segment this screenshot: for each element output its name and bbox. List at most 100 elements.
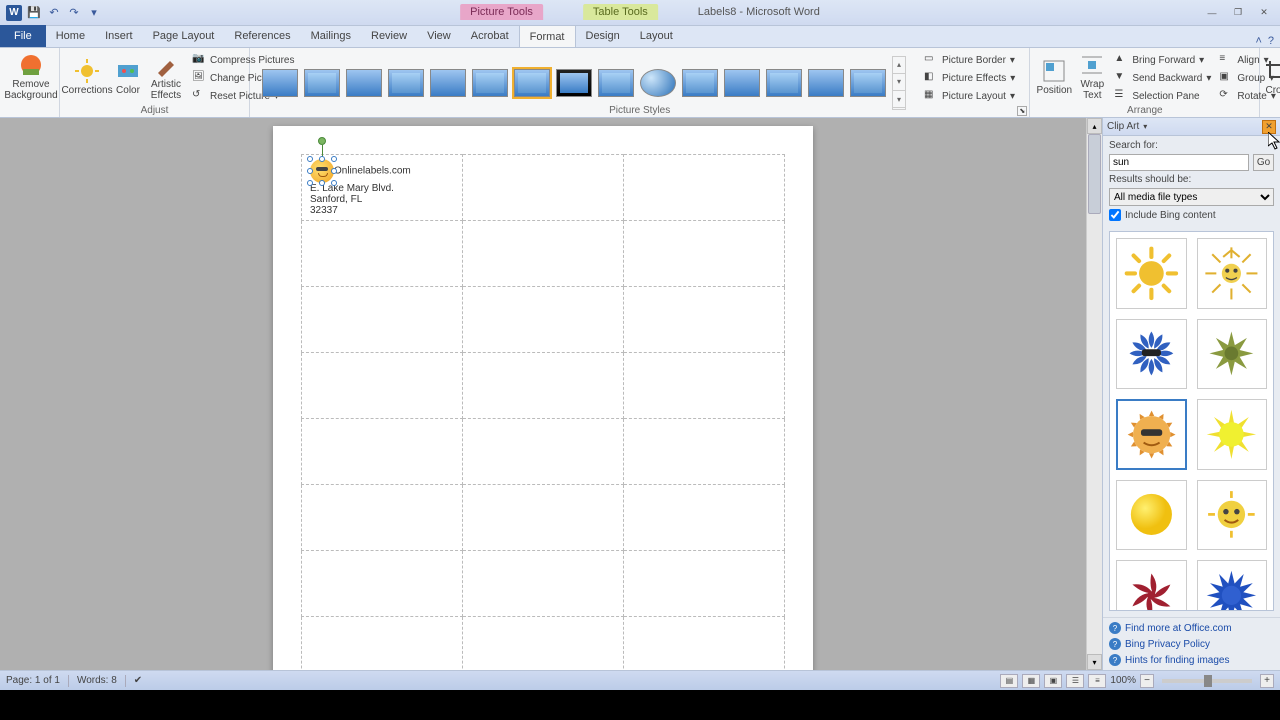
selection-pane-button[interactable]: ☰Selection Pane xyxy=(1110,88,1215,104)
send-backward-button[interactable]: ▼Send Backward▾ xyxy=(1110,70,1215,86)
document-area[interactable]: Onlinelabels.com E. Lake Mary Blvd. Sanf… xyxy=(0,118,1086,670)
save-button[interactable]: 💾 xyxy=(26,5,42,21)
label-cell[interactable] xyxy=(463,551,624,617)
tab-mailings[interactable]: Mailings xyxy=(301,25,361,47)
scroll-thumb[interactable] xyxy=(1088,134,1101,214)
zoom-out-button[interactable]: − xyxy=(1140,674,1154,688)
proofing-icon[interactable]: ✔ xyxy=(134,675,142,686)
panel-dropdown-icon[interactable]: ▾ xyxy=(1139,122,1151,131)
remove-background-button[interactable]: Remove Background xyxy=(4,50,58,104)
label-cell[interactable] xyxy=(463,485,624,551)
picture-layout-button[interactable]: ▦Picture Layout▾ xyxy=(920,88,1019,104)
qat-customize-icon[interactable]: ▾ xyxy=(86,5,102,21)
tab-page-layout[interactable]: Page Layout xyxy=(143,25,225,47)
scroll-up-button[interactable]: ▴ xyxy=(1087,118,1102,134)
label-cell[interactable] xyxy=(463,287,624,353)
fullscreen-view[interactable]: ▦ xyxy=(1022,674,1040,688)
color-button[interactable]: Color xyxy=(110,50,146,104)
label-cell[interactable]: Onlinelabels.com E. Lake Mary Blvd. Sanf… xyxy=(302,155,463,221)
label-cell[interactable] xyxy=(302,419,463,485)
corrections-button[interactable]: Corrections xyxy=(64,50,110,104)
resize-handle[interactable] xyxy=(331,180,337,186)
label-cell[interactable] xyxy=(302,617,463,671)
style-thumb[interactable] xyxy=(766,69,802,97)
include-bing-checkbox[interactable] xyxy=(1109,209,1121,221)
resize-handle[interactable] xyxy=(331,168,337,174)
rotate-handle[interactable] xyxy=(318,137,326,145)
style-thumb[interactable] xyxy=(598,69,634,97)
label-cell[interactable] xyxy=(624,353,785,419)
style-thumb[interactable] xyxy=(472,69,508,97)
hints-link[interactable]: ?Hints for finding images xyxy=(1109,654,1274,666)
tab-references[interactable]: References xyxy=(224,25,300,47)
clipart-result[interactable] xyxy=(1197,399,1268,470)
scroll-down-button[interactable]: ▾ xyxy=(1087,654,1102,670)
tab-home[interactable]: Home xyxy=(46,25,95,47)
resize-handle[interactable] xyxy=(319,156,325,162)
zoom-level[interactable]: 100% xyxy=(1110,675,1136,686)
label-cell[interactable] xyxy=(463,221,624,287)
page-status[interactable]: Page: 1 of 1 xyxy=(6,675,60,686)
tab-acrobat[interactable]: Acrobat xyxy=(461,25,519,47)
clipart-result[interactable] xyxy=(1197,238,1268,309)
label-cell[interactable] xyxy=(302,551,463,617)
clipart-result[interactable] xyxy=(1116,480,1187,551)
tab-design[interactable]: Design xyxy=(576,25,630,47)
style-thumb[interactable] xyxy=(808,69,844,97)
resize-handle[interactable] xyxy=(331,156,337,162)
resize-handle[interactable] xyxy=(307,180,313,186)
minimize-button[interactable]: — xyxy=(1200,5,1224,21)
zoom-thumb[interactable] xyxy=(1204,675,1212,687)
label-cell[interactable] xyxy=(624,485,785,551)
gallery-more-button[interactable]: ▴▾▾ xyxy=(892,56,906,110)
tab-format[interactable]: Format xyxy=(519,25,576,47)
clipart-result[interactable] xyxy=(1116,238,1187,309)
help-icon[interactable]: ? xyxy=(1268,35,1274,47)
clipart-result[interactable] xyxy=(1116,560,1187,611)
search-input[interactable] xyxy=(1109,154,1249,171)
style-thumb[interactable] xyxy=(346,69,382,97)
web-view[interactable]: ▣ xyxy=(1044,674,1062,688)
zoom-in-button[interactable]: + xyxy=(1260,674,1274,688)
style-thumb[interactable] xyxy=(724,69,760,97)
style-thumb[interactable] xyxy=(556,69,592,97)
panel-close-button[interactable]: ✕ xyxy=(1262,120,1276,134)
picture-border-button[interactable]: ▭Picture Border▾ xyxy=(920,52,1019,68)
resize-handle[interactable] xyxy=(319,180,325,186)
clipart-result[interactable] xyxy=(1197,560,1268,611)
label-cell[interactable] xyxy=(302,221,463,287)
label-cell[interactable] xyxy=(624,551,785,617)
label-cell[interactable] xyxy=(624,155,785,221)
tab-layout[interactable]: Layout xyxy=(630,25,683,47)
print-layout-view[interactable]: ▤ xyxy=(1000,674,1018,688)
zoom-slider[interactable] xyxy=(1162,679,1252,683)
picture-effects-button[interactable]: ◧Picture Effects▾ xyxy=(920,70,1019,86)
style-thumb[interactable] xyxy=(514,69,550,97)
label-cell[interactable] xyxy=(624,419,785,485)
label-cell[interactable] xyxy=(624,287,785,353)
restore-button[interactable]: ❐ xyxy=(1226,5,1250,21)
redo-button[interactable]: ↷ xyxy=(66,5,82,21)
label-cell[interactable] xyxy=(463,155,624,221)
bring-forward-button[interactable]: ▲Bring Forward▾ xyxy=(1110,52,1215,68)
clipart-result[interactable] xyxy=(1197,319,1268,390)
clipart-result[interactable] xyxy=(1116,319,1187,390)
words-status[interactable]: Words: 8 xyxy=(77,675,117,686)
tab-insert[interactable]: Insert xyxy=(95,25,143,47)
artistic-effects-button[interactable]: Artistic Effects xyxy=(146,50,186,104)
tab-view[interactable]: View xyxy=(417,25,461,47)
label-cell[interactable] xyxy=(463,353,624,419)
label-cell[interactable] xyxy=(302,287,463,353)
style-thumb[interactable] xyxy=(640,69,676,97)
draft-view[interactable]: ≡ xyxy=(1088,674,1106,688)
label-cell[interactable] xyxy=(463,419,624,485)
label-cell[interactable] xyxy=(302,353,463,419)
tab-file[interactable]: File xyxy=(0,25,46,47)
vertical-scrollbar[interactable]: ▴ ▾ xyxy=(1086,118,1102,670)
label-cell[interactable] xyxy=(624,617,785,671)
style-thumb[interactable] xyxy=(388,69,424,97)
tab-review[interactable]: Review xyxy=(361,25,417,47)
label-cell[interactable] xyxy=(624,221,785,287)
style-thumb[interactable] xyxy=(682,69,718,97)
undo-button[interactable]: ↶ xyxy=(46,5,62,21)
